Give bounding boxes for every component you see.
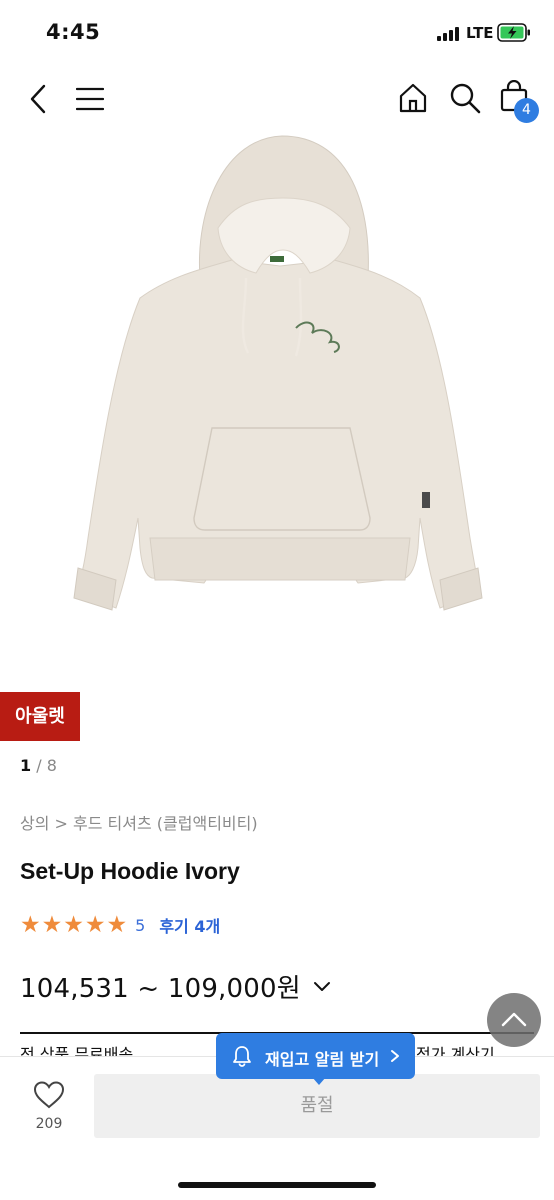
price-range: 104,531 ~ 109,000원 bbox=[20, 974, 301, 1004]
rating-stars: ★ ★ ★ ★ ★ bbox=[20, 912, 127, 938]
cart-count-badge: 4 bbox=[514, 98, 539, 123]
like-button[interactable]: 209 bbox=[26, 1080, 72, 1140]
signal-icon bbox=[437, 27, 461, 41]
battery-icon bbox=[497, 23, 530, 42]
status-bar: 4:45 LTE bbox=[0, 0, 554, 66]
heart-icon bbox=[33, 1081, 65, 1109]
outlet-badge: 아울렛 bbox=[0, 692, 80, 741]
product-image[interactable] bbox=[0, 128, 554, 688]
breadcrumb[interactable]: 상의 > 후드 티셔츠 (클럽액티비티) bbox=[20, 810, 258, 834]
star-icon: ★ bbox=[20, 912, 41, 938]
hoodie-illustration bbox=[73, 135, 483, 611]
menu-icon[interactable] bbox=[76, 86, 104, 112]
chevron-right-icon bbox=[391, 1050, 399, 1062]
chevron-down-icon[interactable] bbox=[313, 981, 331, 993]
star-icon: ★ bbox=[41, 912, 63, 938]
like-count: 209 bbox=[35, 1116, 63, 1132]
pager-current: 1 bbox=[20, 756, 32, 775]
review-link[interactable]: 후기 4개 bbox=[159, 913, 220, 937]
restock-label: 재입고 알림 받기 bbox=[265, 1050, 380, 1069]
star-icon: ★ bbox=[84, 912, 106, 938]
network-label: LTE bbox=[466, 24, 494, 42]
star-icon: ★ bbox=[106, 912, 128, 938]
price-row[interactable]: 104,531 ~ 109,000원 bbox=[20, 968, 331, 1005]
rating-row: ★ ★ ★ ★ ★ 5 후기 4개 bbox=[20, 912, 220, 938]
home-indicator bbox=[178, 1182, 376, 1188]
image-pager: 1 / 8 bbox=[20, 756, 57, 775]
rating-value: 5 bbox=[135, 915, 146, 935]
restock-alert-button[interactable]: 재입고 알림 받기 bbox=[216, 1033, 415, 1079]
search-icon[interactable] bbox=[449, 82, 481, 114]
star-icon: ★ bbox=[63, 912, 84, 938]
tooltip-tail bbox=[312, 1077, 326, 1085]
nav-bar bbox=[0, 66, 554, 132]
chevron-up-icon bbox=[501, 1012, 527, 1027]
bell-icon bbox=[233, 1046, 251, 1067]
back-icon[interactable] bbox=[28, 84, 48, 114]
status-time: 4:45 bbox=[46, 20, 101, 44]
scroll-top-button[interactable] bbox=[487, 993, 541, 1047]
product-title: Set-Up Hoodie Ivory bbox=[20, 858, 240, 884]
home-icon[interactable] bbox=[398, 82, 428, 114]
pager-total: / 8 bbox=[31, 756, 57, 775]
